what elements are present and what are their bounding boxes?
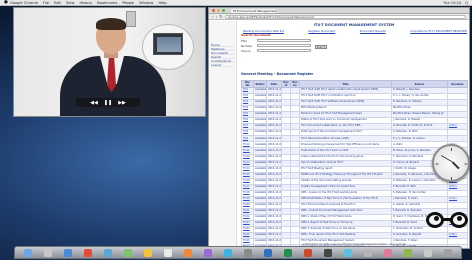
skype-icon[interactable] [344, 248, 352, 257]
menu-item-app[interactable]: Google Chrome [10, 1, 38, 5]
register-title: General Meeting - Document Register [241, 72, 314, 76]
excel-icon[interactable] [284, 248, 292, 257]
downloads-folder-icon[interactable] [424, 248, 432, 257]
column-header[interactable]: Status [253, 80, 267, 88]
reload-icon[interactable]: ↻ [219, 14, 222, 19]
back-icon[interactable]: ‹ [212, 14, 214, 19]
top-links: Meeting Document's Web list Register Doc… [243, 29, 467, 33]
menu-item-view[interactable]: View [66, 1, 75, 5]
search-button[interactable]: Search [315, 45, 327, 49]
number-field[interactable] [257, 43, 311, 48]
title-field[interactable] [257, 38, 311, 43]
nav-item-logout[interactable]: Logout [211, 63, 234, 67]
clock-text[interactable]: Tue 10:24 [444, 1, 462, 5]
system-preferences-icon[interactable] [244, 248, 252, 257]
column-header[interactable]: Doc No [241, 80, 254, 88]
menu-item-edit[interactable]: Edit [54, 1, 61, 5]
menu-item-people[interactable]: People [122, 1, 134, 5]
title-label: Title [241, 38, 247, 43]
column-header[interactable]: Rev of [281, 80, 291, 88]
zoom-window-icon[interactable] [222, 9, 225, 12]
safari-icon[interactable] [64, 248, 72, 257]
menu-item-bookmarks[interactable]: Bookmarks [97, 1, 117, 5]
rewind-icon[interactable]: ◀◀ [90, 100, 98, 106]
terminal-icon[interactable] [324, 248, 332, 257]
dock [14, 246, 462, 259]
column-header[interactable]: Remarks [447, 80, 468, 88]
source-label: Source [241, 48, 251, 53]
menu-item-help[interactable]: Help [158, 1, 166, 5]
system-title: ITU-T DOCUMENT MANAGEMENT SYSTEM [313, 23, 395, 27]
word-icon[interactable] [264, 248, 272, 257]
column-header[interactable]: Date [266, 80, 282, 88]
clock-widget[interactable] [432, 144, 470, 182]
link-document-receipt[interactable]: Document Receipt [360, 29, 386, 33]
address-bar[interactable]: docbox.etsi.org/ETSI-Portal/ITU-T/Docume… [224, 14, 466, 19]
forward-icon[interactable]: › [216, 14, 218, 19]
menu-item-window[interactable]: Window [139, 1, 153, 5]
maps-icon[interactable] [404, 248, 412, 257]
fast-forward-icon[interactable]: ▶▶ [118, 100, 126, 106]
source-field[interactable] [257, 48, 311, 53]
table-header-row: Doc No Status Date Rev of Rev by Title S… [241, 80, 468, 88]
launchpad-icon[interactable] [44, 248, 52, 257]
browser-tab[interactable]: ETSI Document Management [231, 8, 277, 13]
calendar-icon[interactable] [164, 248, 172, 257]
column-header[interactable]: Title [299, 80, 392, 88]
search-form: Title Number Source Search [241, 38, 361, 53]
column-header[interactable]: Rev by [290, 80, 300, 88]
finder-icon[interactable] [24, 248, 32, 257]
minute-hand [440, 155, 453, 163]
chrome-icon[interactable] [84, 248, 92, 257]
menu-item-file[interactable]: File [43, 1, 49, 5]
menu-bar: ● Google Chrome File Edit View History B… [0, 0, 472, 6]
hour-hand [452, 161, 460, 169]
trash-icon[interactable] [444, 248, 452, 257]
spotlight-icon[interactable]: Q [465, 1, 468, 5]
search-heading: Search document [241, 33, 271, 37]
glasses-widget-icon[interactable] [424, 208, 470, 232]
left-nav: Home Meetings Documents Search Contribut… [209, 21, 237, 248]
close-window-icon[interactable] [212, 9, 215, 12]
link-register-document[interactable]: Register Document [308, 29, 335, 33]
video-controls[interactable]: ◀◀ ❚❚ ▶▶ [76, 98, 140, 107]
itunes-icon[interactable] [204, 248, 212, 257]
notes-icon[interactable] [144, 248, 152, 257]
itunes-music-icon[interactable] [384, 248, 392, 257]
number-label: Number [241, 43, 253, 48]
video-player-window[interactable]: ◀◀ ❚❚ ▶▶ [13, 7, 206, 117]
link-acquisitions[interactable]: Acquisitions ITU-T DOCUMENT REGISTER [410, 29, 467, 33]
desktop: ● Google Chrome File Edit View History B… [0, 0, 472, 260]
menu-item-history[interactable]: History [79, 1, 92, 5]
minimize-window-icon[interactable] [217, 9, 220, 12]
toolbar: ‹ › ↻ docbox.etsi.org/ETSI-Portal/ITU-T/… [209, 14, 469, 20]
preview-icon[interactable] [364, 248, 372, 257]
app-store-icon[interactable] [224, 248, 232, 257]
powerpoint-icon[interactable] [304, 248, 312, 257]
mail-icon[interactable] [104, 248, 112, 257]
pause-icon[interactable]: ❚❚ [104, 100, 112, 106]
photos-icon[interactable] [184, 248, 192, 257]
column-header[interactable]: Source [391, 80, 448, 88]
facetime-icon[interactable] [124, 248, 132, 257]
